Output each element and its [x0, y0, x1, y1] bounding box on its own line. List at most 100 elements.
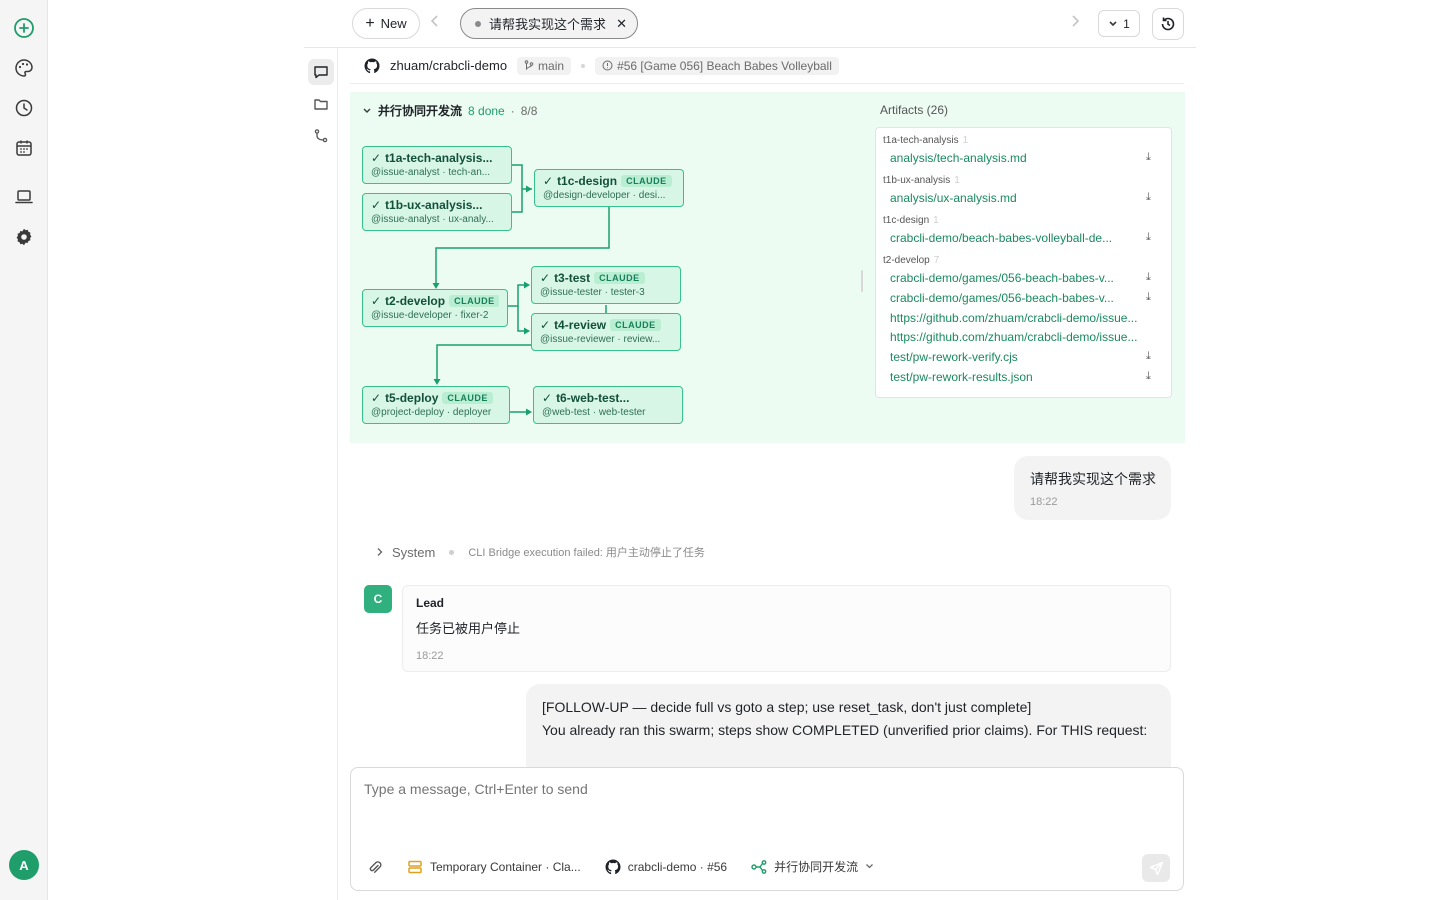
download-icon[interactable]: ⤓ — [1146, 291, 1151, 304]
check-icon: ✓ — [540, 271, 551, 285]
artifact-link[interactable]: crabcli-demo/games/056-beach-babes-v... — [890, 271, 1144, 285]
issue-chip[interactable]: #56 [Game 056] Beach Babes Volleyball — [595, 56, 839, 75]
user-message: [FOLLOW-UP — decide full vs goto a step;… — [526, 684, 1171, 768]
system-message[interactable]: System CLI Bridge execution failed: 用户主动… — [376, 544, 705, 560]
github-icon — [364, 57, 380, 73]
message-line: [FOLLOW-UP — decide full vs goto a step;… — [542, 699, 1032, 715]
node-name: t1c-design — [557, 174, 618, 188]
workflow-selector[interactable]: 并行协同开发流 — [751, 858, 874, 875]
history-button[interactable] — [1152, 8, 1184, 40]
node-name: t2-develop — [385, 294, 446, 308]
artifact-group-label: t1a-tech-analysis 1 — [883, 135, 969, 146]
download-icon[interactable]: ⤓ — [1146, 370, 1151, 383]
calendar-icon[interactable] — [12, 136, 36, 160]
artifact-link[interactable]: test/pw-rework-results.json — [890, 370, 1144, 384]
artifact-link[interactable]: analysis/tech-analysis.md — [890, 151, 1144, 165]
git-branch-icon[interactable] — [308, 123, 334, 149]
node-agent: @design-developer · desi... — [543, 190, 666, 201]
separator-dot — [449, 549, 455, 555]
paperclip-icon — [369, 860, 382, 873]
download-icon[interactable]: ⤓ — [1146, 191, 1151, 204]
repo-bar: zhuam/crabcli-demo main #56 [Game 056] B… — [350, 48, 1184, 84]
palette-icon[interactable] — [12, 56, 36, 80]
repo-name[interactable]: zhuam/crabcli-demo — [390, 58, 507, 73]
user-message: 请帮我实现这个需求 18:22 — [1014, 456, 1171, 520]
send-button[interactable] — [1142, 854, 1170, 882]
artifact-link[interactable]: https://github.com/zhuam/crabcli-demo/is… — [890, 330, 1160, 344]
workflow-node[interactable]: ✓ t1a-tech-analysis... @issue-analyst · t… — [362, 146, 512, 184]
tab-status-dot — [475, 20, 481, 27]
chevron-left-icon[interactable] — [430, 14, 440, 31]
workflow-node[interactable]: ✓ t1b-ux-analysis... @issue-analyst · ux-… — [362, 193, 512, 231]
check-icon: ✓ — [371, 391, 382, 405]
workflow-node[interactable]: ✓ t3-test CLAUDE @issue-tester · tester-3 — [531, 266, 681, 304]
node-agent: @issue-developer · fixer-2 — [371, 310, 489, 321]
repo-selector[interactable]: crabcli-demo · #56 — [605, 859, 727, 875]
node-name: t1b-ux-analysis... — [385, 198, 483, 212]
artifact-link[interactable]: https://github.com/zhuam/crabcli-demo/is… — [890, 311, 1160, 325]
node-name: t1a-tech-analysis... — [385, 151, 493, 165]
tab-label: 请帮我实现这个需求 — [489, 17, 607, 32]
history-icon[interactable] — [12, 96, 36, 120]
download-icon[interactable]: ⤓ — [1146, 271, 1151, 284]
node-badge: CLAUDE — [442, 392, 493, 404]
plus-icon: + — [365, 14, 375, 32]
check-icon: ✓ — [542, 391, 553, 405]
node-badge: CLAUDE — [610, 319, 661, 331]
sender-name: Lead — [416, 596, 445, 610]
message-text: [FOLLOW-UP — decide full vs goto a step;… — [542, 696, 1152, 741]
artifact-link[interactable]: crabcli-demo/games/056-beach-babes-v... — [890, 291, 1144, 305]
chevron-down-icon — [1109, 20, 1117, 26]
workflow-node[interactable]: ✓ t6-web-test... @web-test · web-tester — [533, 386, 683, 424]
message-line: You already ran this swarm; steps show C… — [542, 721, 1148, 738]
node-badge: CLAUDE — [594, 272, 645, 284]
artifact-group-label: t1b-ux-analysis 1 — [883, 175, 960, 186]
chat-view-icon[interactable] — [308, 59, 334, 85]
workflow-node[interactable]: ✓ t1c-design CLAUDE @design-developer · de… — [534, 169, 684, 207]
artifact-group-label: t2-develop 7 — [883, 255, 940, 266]
message-text: 任务已被用户停止 — [416, 621, 521, 636]
folder-icon[interactable] — [308, 91, 334, 117]
attach-button[interactable] — [367, 859, 383, 875]
node-agent: @issue-analyst · tech-an... — [371, 167, 491, 178]
laptop-icon[interactable] — [12, 185, 36, 209]
artifact-link[interactable]: crabcli-demo/beach-babes-volleyball-de..… — [890, 231, 1144, 245]
branch-chip[interactable]: main — [517, 56, 572, 75]
tab-count-dropdown[interactable]: 1 — [1098, 10, 1140, 37]
workflow-icon — [751, 859, 767, 874]
chevron-down-icon — [866, 864, 874, 869]
message-input[interactable] — [364, 781, 1064, 797]
artifact-link[interactable]: analysis/ux-analysis.md — [890, 191, 1144, 205]
message-text: 请帮我实现这个需求 — [1030, 471, 1156, 487]
message-time: 18:22 — [416, 650, 444, 662]
new-button[interactable]: + New — [352, 8, 420, 39]
system-text: CLI Bridge execution failed: 用户主动停止了任务 — [468, 547, 705, 559]
lead-avatar: C — [364, 585, 392, 613]
node-agent: @issue-tester · tester-3 — [540, 287, 645, 298]
workflow-node[interactable]: ✓ t5-deploy CLAUDE @project-deploy · deplo… — [362, 386, 510, 424]
settings-icon[interactable] — [12, 225, 36, 249]
close-icon[interactable]: ✕ — [616, 16, 627, 32]
branch-name: main — [538, 58, 565, 73]
issue-title: #56 [Game 056] Beach Babes Volleyball — [617, 58, 832, 73]
artifacts-list[interactable]: t1a-tech-analysis 1 analysis/tech-analysi… — [875, 127, 1172, 398]
workflow-node[interactable]: ✓ t4-review CLAUDE @issue-reviewer · revie… — [531, 313, 681, 351]
check-icon: ✓ — [371, 151, 382, 165]
user-avatar[interactable]: A — [9, 850, 39, 880]
download-icon[interactable]: ⤓ — [1146, 350, 1151, 363]
download-icon[interactable]: ⤓ — [1146, 151, 1151, 164]
tab-bar: + New 请帮我实现这个需求 ✕ 1 — [304, 0, 1196, 48]
artifact-link[interactable]: test/pw-rework-verify.cjs — [890, 350, 1144, 364]
download-icon[interactable]: ⤓ — [1146, 231, 1151, 244]
message-composer: Temporary Container · Cla... crabcli-dem… — [350, 767, 1184, 891]
workflow-node[interactable]: ✓ t2-develop CLAUDE @issue-developer · fix… — [362, 289, 508, 327]
tab-active[interactable]: 请帮我实现这个需求 ✕ — [460, 8, 638, 39]
branch-icon — [524, 60, 534, 70]
node-name: t5-deploy — [385, 391, 439, 405]
container-label: Temporary Container · Cla... — [430, 859, 581, 874]
chevron-right-icon[interactable] — [1070, 14, 1080, 31]
panel-resize-handle[interactable] — [861, 270, 863, 292]
new-chat-icon[interactable] — [12, 16, 36, 40]
message-time: 18:22 — [1030, 496, 1058, 508]
container-selector[interactable]: Temporary Container · Cla... — [407, 859, 581, 875]
